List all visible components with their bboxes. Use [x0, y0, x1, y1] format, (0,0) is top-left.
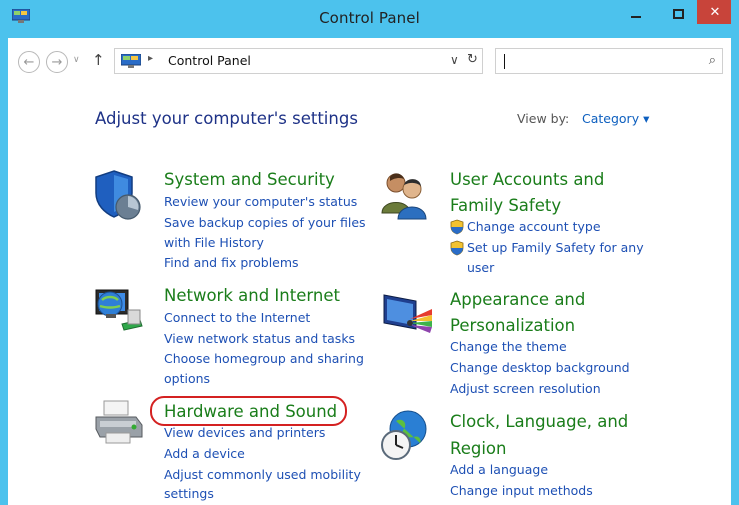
- forward-button[interactable]: →: [46, 51, 68, 73]
- link-choose-homegroup-line2[interactable]: options: [164, 369, 210, 389]
- printer-icon[interactable]: [92, 397, 146, 449]
- maximize-icon: [672, 9, 684, 19]
- link-save-backup-copies-line2[interactable]: with File History: [164, 233, 264, 253]
- search-icon[interactable]: ⌕: [709, 53, 716, 68]
- category-user-accounts-line2[interactable]: Family Safety: [450, 193, 561, 219]
- link-change-account-type[interactable]: Change account type: [467, 217, 601, 237]
- navigation-bar: ← → ∨ ↑ ▸ Control Panel ∨ ↻ ⌕: [8, 38, 731, 79]
- link-change-desktop-background[interactable]: Change desktop background: [450, 358, 630, 378]
- category-network-and-internet[interactable]: Network and Internet: [164, 283, 340, 309]
- control-panel-location-icon: [121, 54, 141, 68]
- link-connect-to-internet[interactable]: Connect to the Internet: [164, 308, 310, 328]
- category-appearance[interactable]: Appearance and: [450, 287, 585, 313]
- window-border-right: [731, 0, 739, 505]
- link-adjust-mobility-settings-line2[interactable]: settings: [164, 484, 214, 504]
- address-history-chevron-icon[interactable]: ∨: [450, 53, 459, 67]
- link-add-a-language[interactable]: Add a language: [450, 460, 548, 480]
- minimize-button[interactable]: [621, 0, 651, 28]
- link-review-computer-status[interactable]: Review your computer's status: [164, 192, 357, 212]
- uac-shield-icon: [450, 240, 464, 256]
- up-arrow-icon[interactable]: ↑: [92, 51, 105, 69]
- category-appearance-line2[interactable]: Personalization: [450, 313, 575, 339]
- category-clock-language-region-line2[interactable]: Region: [450, 436, 507, 462]
- close-button[interactable]: ✕: [697, 0, 733, 24]
- network-globe-icon[interactable]: [92, 284, 146, 336]
- page-heading: Adjust your computer's settings: [95, 109, 358, 128]
- link-view-network-status[interactable]: View network status and tasks: [164, 329, 355, 349]
- link-change-input-methods[interactable]: Change input methods: [450, 481, 593, 501]
- link-change-the-theme[interactable]: Change the theme: [450, 337, 567, 357]
- link-find-and-fix-problems[interactable]: Find and fix problems: [164, 253, 299, 273]
- breadcrumb-separator-icon[interactable]: ▸: [148, 53, 153, 64]
- link-add-a-device[interactable]: Add a device: [164, 444, 245, 464]
- category-clock-language-region[interactable]: Clock, Language, and: [450, 409, 628, 435]
- link-set-up-family-safety[interactable]: Set up Family Safety for any: [467, 238, 644, 258]
- clock-globe-icon[interactable]: [378, 409, 432, 461]
- minimize-icon: [631, 16, 641, 18]
- maximize-button[interactable]: [665, 0, 691, 28]
- appearance-icon[interactable]: [380, 289, 434, 341]
- back-arrow-icon: ←: [23, 54, 35, 70]
- link-set-up-family-safety-line2[interactable]: user: [467, 258, 494, 278]
- refresh-icon[interactable]: ↻: [467, 52, 478, 67]
- link-save-backup-copies[interactable]: Save backup copies of your files: [164, 213, 366, 233]
- address-bar[interactable]: ▸ Control Panel ∨ ↻: [114, 48, 483, 74]
- window-border-left: [0, 0, 8, 505]
- uac-shield-icon: [450, 219, 464, 235]
- search-control-panel-input[interactable]: ⌕: [495, 48, 723, 74]
- link-choose-homegroup[interactable]: Choose homegroup and sharing: [164, 349, 364, 369]
- category-user-accounts[interactable]: User Accounts and: [450, 167, 604, 193]
- link-view-devices-and-printers[interactable]: View devices and printers: [164, 423, 325, 443]
- breadcrumb-control-panel[interactable]: Control Panel: [168, 53, 251, 68]
- category-system-and-security[interactable]: System and Security: [164, 167, 335, 193]
- view-by-label: View by:: [517, 111, 570, 126]
- forward-arrow-icon: →: [51, 54, 63, 70]
- users-icon[interactable]: [378, 169, 432, 221]
- text-caret: [504, 54, 505, 69]
- link-adjust-mobility-settings[interactable]: Adjust commonly used mobility: [164, 465, 361, 485]
- view-by-dropdown[interactable]: Category ▾: [582, 111, 649, 126]
- close-icon: ✕: [709, 4, 721, 20]
- link-adjust-screen-resolution[interactable]: Adjust screen resolution: [450, 379, 601, 399]
- hardware-and-sound-highlight-outline: [150, 396, 347, 426]
- control-panel-content: Adjust your computer's settings View by:…: [8, 79, 731, 505]
- title-bar[interactable]: Control Panel ✕: [0, 0, 739, 38]
- back-button[interactable]: ←: [18, 51, 40, 73]
- shield-icon[interactable]: [92, 169, 146, 221]
- control-panel-window: Control Panel ✕ ← → ∨ ↑ ▸ Control Panel …: [0, 0, 739, 505]
- recent-locations-chevron-icon[interactable]: ∨: [73, 55, 80, 65]
